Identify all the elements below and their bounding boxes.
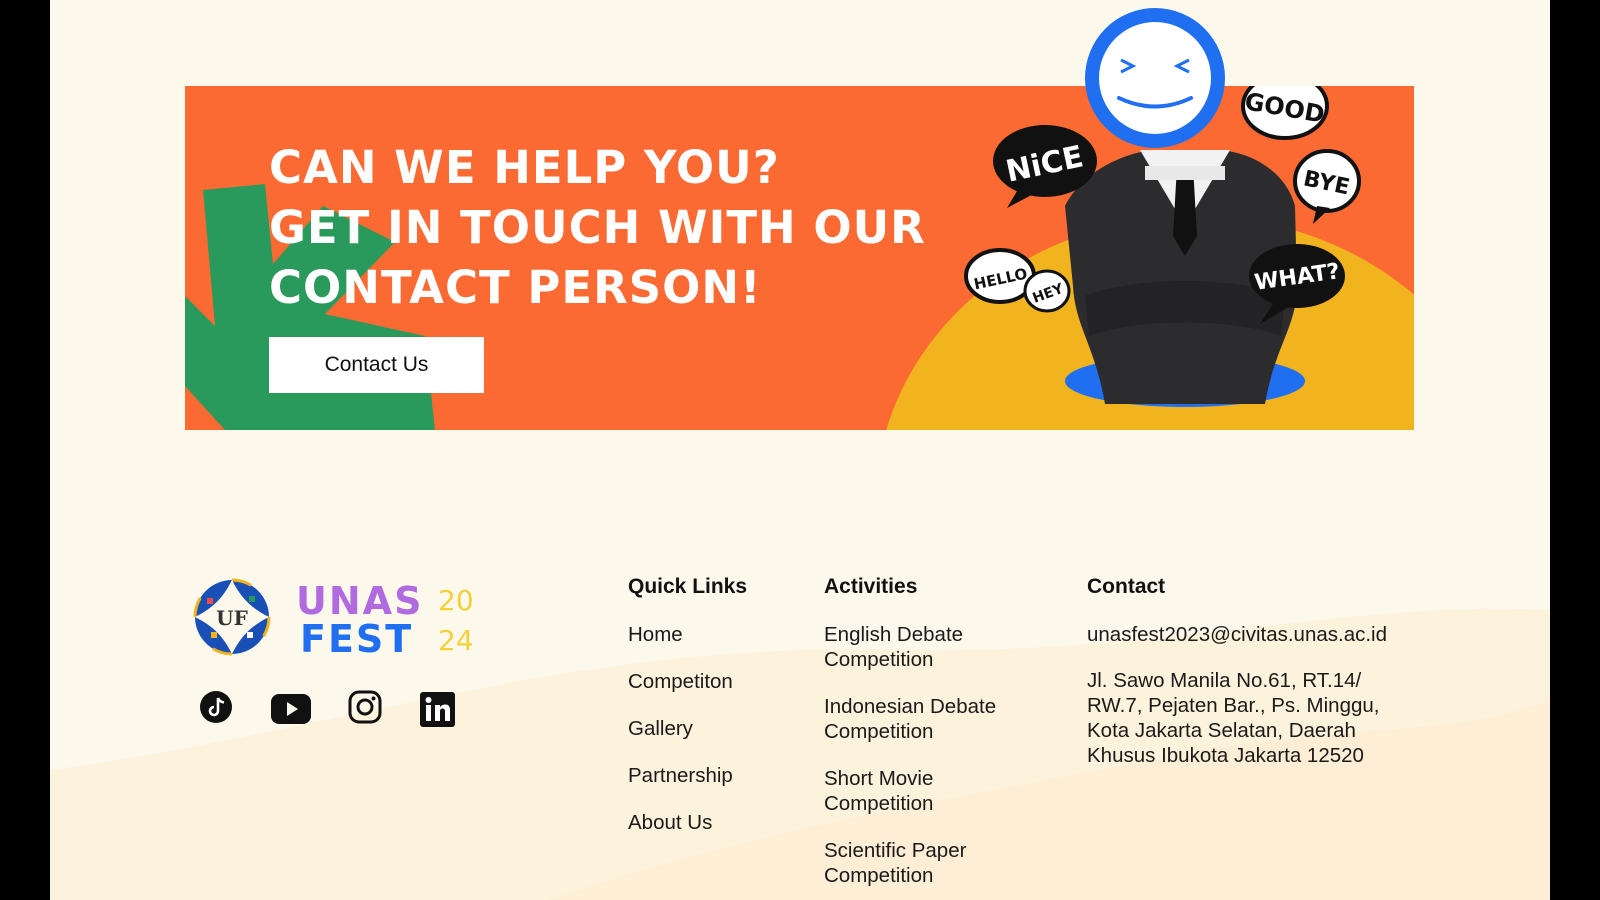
activity-english-debate[interactable]: English Debate Competition	[824, 622, 1039, 672]
smiley-face-icon	[1085, 8, 1225, 148]
footer-link-about-us[interactable]: About Us	[628, 810, 747, 835]
footer-link-gallery[interactable]: Gallery	[628, 716, 747, 741]
contact-email-link[interactable]: unasfest2023@civitas.unas.ac.id	[1087, 622, 1417, 647]
bubble-good: GOOD	[1241, 86, 1329, 140]
linkedin-icon[interactable]	[420, 692, 455, 727]
activities-title: Activities	[824, 575, 918, 598]
footer-link-competition[interactable]: Competiton	[628, 669, 747, 694]
footer-link-home[interactable]: Home	[628, 622, 747, 647]
contact-address: Jl. Sawo Manila No.61, RT.14/ RW.7, Peja…	[1087, 669, 1380, 767]
svg-text:24: 24	[438, 624, 474, 657]
quick-links-column: Quick Links Home Competiton Gallery Part…	[628, 575, 747, 857]
tiktok-icon[interactable]	[199, 690, 233, 724]
uf-logo: UF	[193, 578, 271, 656]
bubble-bye: BYE	[1293, 149, 1361, 224]
page: CAN WE HELP YOU? GET IN TOUCH WITH OUR C…	[50, 0, 1550, 900]
svg-text:20: 20	[438, 584, 474, 617]
activity-short-movie[interactable]: Short Movie Competition	[824, 766, 1039, 816]
footer-link-partnership[interactable]: Partnership	[628, 763, 747, 788]
contact-column: Contact unasfest2023@civitas.unas.ac.id …	[1087, 575, 1417, 789]
youtube-icon[interactable]	[271, 694, 311, 724]
svg-text:FEST: FEST	[300, 617, 413, 658]
unas-fest-logo: UNAS FEST 20 24	[296, 579, 474, 658]
svg-text:UF: UF	[216, 606, 248, 630]
quick-links-title: Quick Links	[628, 575, 748, 598]
activities-column: Activities English Debate Competition In…	[824, 575, 1039, 900]
contact-title: Contact	[1087, 575, 1166, 598]
instagram-icon[interactable]	[348, 690, 382, 724]
activity-indonesian-debate[interactable]: Indonesian Debate Competition	[824, 694, 1039, 744]
bubble-hey: HEY	[1023, 269, 1071, 313]
activity-scientific-paper[interactable]: Scientific Paper Competition	[824, 838, 1039, 888]
